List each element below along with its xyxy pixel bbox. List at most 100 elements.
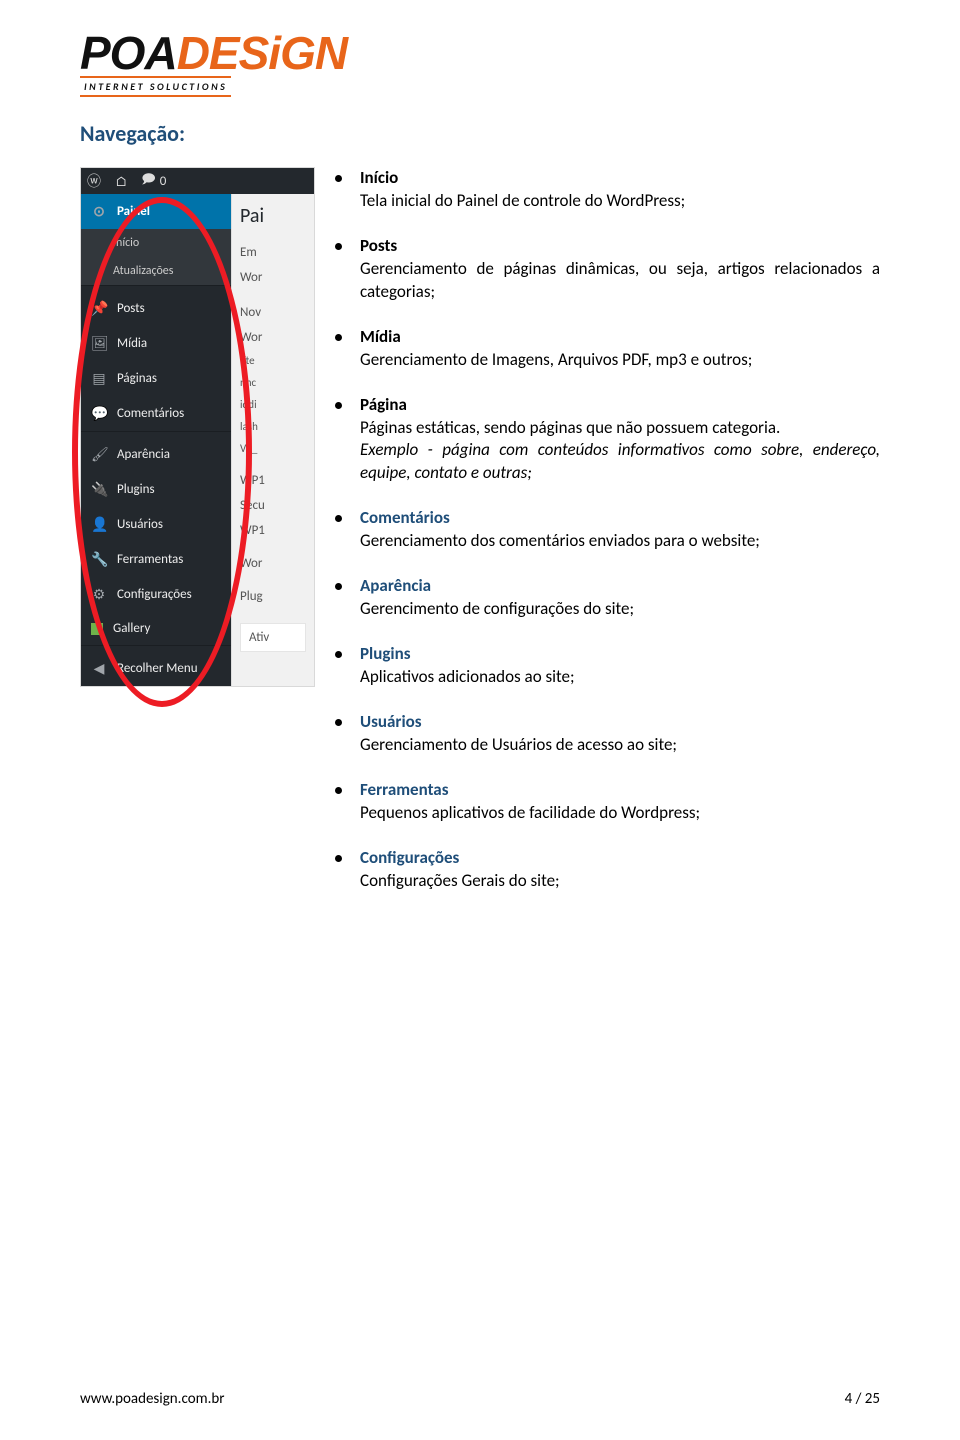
menu-label: Posts (117, 301, 145, 316)
section-description: Gerenciamento dos comentários enviados p… (360, 530, 880, 553)
menu-item-ferramentas[interactable]: 🔧 Ferramentas (81, 542, 231, 577)
bullet-icon (335, 583, 342, 590)
content-section: PostsGerenciamento de páginas dinâmicas,… (335, 235, 880, 304)
wp-content-cropped: Pai Em Wor Nov Wor ifte nnc iddi lash VP… (231, 194, 314, 686)
menu-item-posts[interactable]: 📌 Posts (81, 291, 231, 326)
menu-item-aparencia[interactable]: 🖌 Aparência (81, 437, 231, 472)
gear-icon: ⚙ (91, 586, 107, 603)
section-description: Gerencimento de configurações do site; (360, 598, 880, 621)
section-heading: Início (360, 167, 398, 190)
user-icon: 👤 (91, 516, 107, 533)
section-heading: Ferramentas (360, 779, 448, 802)
text-fragment: Wor (240, 325, 306, 350)
bullet-icon (335, 787, 342, 794)
wp-admin-menu: ⊙ Painel Início Atualizações 📌 Posts 🖼 M… (81, 194, 231, 686)
content-section: ComentáriosGerenciamento dos comentários… (335, 507, 880, 553)
section-heading: Posts (360, 235, 397, 258)
content-section: PáginaPáginas estáticas, sendo páginas q… (335, 394, 880, 486)
wordpress-sidebar-screenshot: ⓦ ⌂ 🗩 0 ⊙ Painel Início Atualizações (80, 167, 315, 915)
logo-des: DES (177, 27, 269, 79)
menu-label: Aparência (117, 447, 170, 462)
submenu-inicio[interactable]: Início (81, 229, 231, 257)
comments-icon: 💬 (91, 405, 107, 422)
menu-item-gallery[interactable]: Gallery (81, 612, 231, 645)
menu-item-painel[interactable]: ⊙ Painel (81, 194, 231, 229)
menu-item-paginas[interactable]: ▤ Páginas (81, 361, 231, 396)
text-fragment: WP1 (240, 518, 306, 543)
text-fragment: Wor (240, 551, 306, 576)
footer-url: www.poadesign.com.br (80, 1390, 224, 1408)
bullet-icon (335, 402, 342, 409)
wp-frame: ⓦ ⌂ 🗩 0 ⊙ Painel Início Atualizações (80, 167, 315, 687)
wp-page-title-fragment: Pai (240, 204, 306, 228)
gallery-icon (91, 623, 103, 635)
bullet-row: Aparência (335, 575, 880, 598)
text-fragment: VP_ (240, 438, 306, 460)
bullet-icon (335, 515, 342, 522)
submenu-atualizacoes[interactable]: Atualizações (81, 257, 231, 285)
bullet-row: Configurações (335, 847, 880, 870)
menu-item-midia[interactable]: 🖼 Mídia (81, 326, 231, 361)
footer-page-number: 4 / 25 (845, 1390, 880, 1408)
wordpress-icon: ⓦ (87, 171, 101, 191)
media-icon: 🖼 (91, 335, 107, 352)
text-fragment: Em (240, 240, 306, 265)
text-fragment: Plug (240, 584, 306, 609)
section-heading: Página (360, 394, 407, 417)
bullet-icon (335, 175, 342, 182)
menu-item-plugins[interactable]: 🔌 Plugins (81, 472, 231, 507)
comment-icon: 🗩 (141, 170, 155, 192)
bullet-row: Mídia (335, 326, 880, 349)
bullet-icon (335, 334, 342, 341)
menu-item-configuracoes[interactable]: ⚙ Configurações (81, 577, 231, 612)
section-description: Configurações Gerais do site; (360, 870, 880, 893)
menu-label: Configurações (117, 587, 192, 602)
content-list: InícioTela inicial do Painel de controle… (335, 167, 880, 915)
menu-label: Comentários (117, 406, 184, 421)
menu-label: Usuários (117, 517, 163, 532)
menu-item-collapse[interactable]: ◀ Recolher Menu (81, 651, 231, 686)
bullet-icon (335, 651, 342, 658)
menu-label: Ferramentas (117, 552, 183, 567)
comment-badge: 🗩 0 (141, 170, 166, 192)
menu-item-usuarios[interactable]: 👤 Usuários (81, 507, 231, 542)
content-section: UsuáriosGerenciamento de Usuários de ace… (335, 711, 880, 757)
menu-item-comentarios[interactable]: 💬 Comentários (81, 396, 231, 431)
text-fragment: WP1 (240, 468, 306, 493)
logo-poa: POA (80, 27, 177, 79)
menu-label: Páginas (117, 371, 157, 386)
section-heading: Mídia (360, 326, 401, 349)
section-heading: Aparência (360, 575, 431, 598)
text-fragment: Wor (240, 265, 306, 290)
section-heading: Comentários (360, 507, 450, 530)
pages-icon: ▤ (91, 370, 107, 387)
content-section: PluginsAplicativos adicionados ao site; (335, 643, 880, 689)
collapse-icon: ◀ (91, 660, 107, 677)
brush-icon: 🖌 (91, 446, 107, 463)
section-example: Exemplo - página com conteúdos informati… (360, 439, 880, 485)
pin-icon: 📌 (91, 300, 107, 317)
logo-i: i (268, 27, 280, 79)
section-description: Gerenciamento de Usuários de acesso ao s… (360, 734, 880, 757)
plug-icon: 🔌 (91, 481, 107, 498)
text-fragment: lash (240, 416, 306, 438)
content-section: MídiaGerenciamento de Imagens, Arquivos … (335, 326, 880, 372)
text-fragment: Secu (240, 493, 306, 518)
section-description: Aplicativos adicionados ao site; (360, 666, 880, 689)
text-fragment: ifte (240, 350, 306, 372)
section-title: Navegação: (80, 120, 880, 147)
bullet-icon (335, 855, 342, 862)
menu-label: Plugins (117, 482, 155, 497)
text-fragment: iddi (240, 394, 306, 416)
bullet-row: Posts (335, 235, 880, 258)
section-description: Páginas estáticas, sendo páginas que não… (360, 417, 880, 440)
content-section: AparênciaGerencimento de configurações d… (335, 575, 880, 621)
bullet-row: Ferramentas (335, 779, 880, 802)
logo-gn: GN (280, 27, 347, 79)
content-section: FerramentasPequenos aplicativos de facil… (335, 779, 880, 825)
section-description: Gerenciamento de Imagens, Arquivos PDF, … (360, 349, 880, 372)
menu-label: Mídia (117, 336, 147, 351)
section-heading: Usuários (360, 711, 422, 734)
menu-label: Recolher Menu (117, 661, 198, 676)
page-footer: www.poadesign.com.br 4 / 25 (80, 1390, 880, 1408)
